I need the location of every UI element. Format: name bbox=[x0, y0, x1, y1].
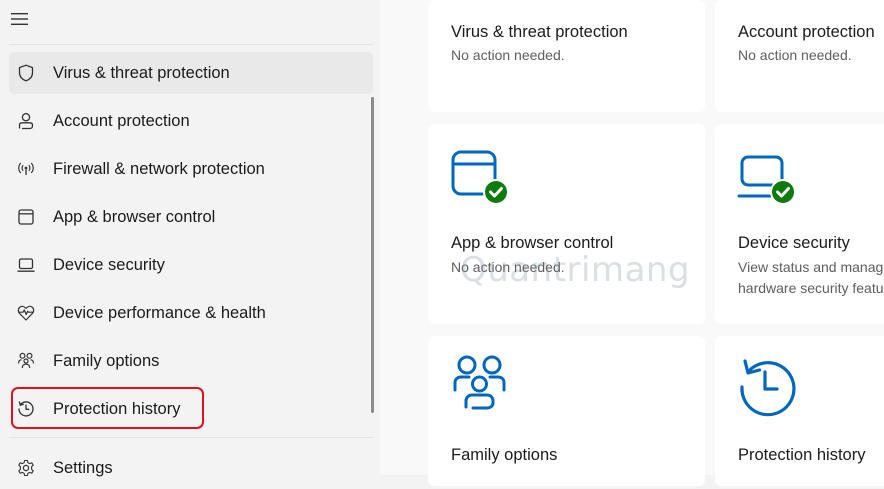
laptop-check-icon bbox=[737, 154, 799, 215]
sidebar-item-label: Protection history bbox=[53, 399, 181, 418]
sidebar-item-settings[interactable]: Settings bbox=[9, 447, 373, 489]
sidebar-item-device-performance-health[interactable]: Device performance & health bbox=[9, 292, 373, 334]
app-window-icon bbox=[15, 206, 37, 228]
sidebar-item-label: Firewall & network protection bbox=[53, 159, 265, 178]
person-icon bbox=[15, 110, 37, 132]
card-status: No action needed. bbox=[738, 47, 852, 63]
sidebar-item-family-options[interactable]: Family options bbox=[9, 340, 373, 382]
card-device-security[interactable]: Device security View status and manage h… bbox=[715, 124, 884, 324]
history-icon bbox=[15, 398, 37, 420]
divider bbox=[9, 437, 373, 438]
card-title: Family options bbox=[451, 446, 558, 464]
sidebar-item-label: Virus & threat protection bbox=[53, 63, 230, 82]
sidebar-item-virus-threat-protection[interactable]: Virus & threat protection bbox=[9, 52, 373, 94]
sidebar-item-account-protection[interactable]: Account protection bbox=[9, 100, 373, 142]
sidebar-item-label: Family options bbox=[53, 351, 160, 370]
card-status: No action needed. bbox=[451, 259, 565, 275]
gear-icon bbox=[15, 457, 37, 479]
card-description-line-2: hardware security features bbox=[738, 280, 884, 296]
card-app-browser-control[interactable]: App & browser control No action needed. bbox=[428, 124, 705, 324]
family-icon bbox=[15, 350, 37, 372]
sidebar-item-label: App & browser control bbox=[53, 207, 216, 226]
sidebar: Virus & threat protection Account protec… bbox=[0, 0, 380, 477]
card-title: Protection history bbox=[738, 446, 866, 464]
card-title: Virus & threat protection bbox=[451, 23, 628, 41]
laptop-icon bbox=[15, 254, 37, 276]
sidebar-item-label: Device security bbox=[53, 255, 165, 274]
sidebar-item-app-browser-control[interactable]: App & browser control bbox=[9, 196, 373, 238]
card-status: No action needed. bbox=[451, 47, 565, 63]
sidebar-scrollbar[interactable] bbox=[371, 97, 374, 413]
history-icon bbox=[737, 356, 799, 423]
sidebar-item-firewall-network-protection[interactable]: Firewall & network protection bbox=[9, 148, 373, 190]
main-content: Virus & threat protection No action need… bbox=[380, 0, 884, 486]
card-account-protection[interactable]: Account protection No action needed. bbox=[715, 0, 884, 112]
hamburger-menu-icon[interactable] bbox=[11, 12, 29, 26]
card-title: App & browser control bbox=[451, 234, 614, 252]
heart-pulse-icon bbox=[15, 302, 37, 324]
card-title: Device security bbox=[738, 234, 850, 252]
card-title: Account protection bbox=[738, 23, 875, 41]
card-description-line-1: View status and manage bbox=[738, 259, 884, 275]
card-virus-threat-protection[interactable]: Virus & threat protection No action need… bbox=[428, 0, 705, 112]
sidebar-item-label: Account protection bbox=[53, 111, 190, 130]
sidebar-item-protection-history[interactable]: Protection history bbox=[9, 388, 373, 430]
divider bbox=[9, 44, 373, 45]
shield-icon bbox=[15, 62, 37, 84]
sidebar-item-label: Device performance & health bbox=[53, 303, 266, 322]
card-family-options[interactable]: Family options bbox=[428, 336, 705, 486]
card-protection-history[interactable]: Protection history bbox=[715, 336, 884, 486]
app-window-check-icon bbox=[450, 150, 512, 213]
wifi-antenna-icon bbox=[15, 158, 37, 180]
sidebar-item-device-security[interactable]: Device security bbox=[9, 244, 373, 286]
family-icon bbox=[452, 354, 512, 419]
